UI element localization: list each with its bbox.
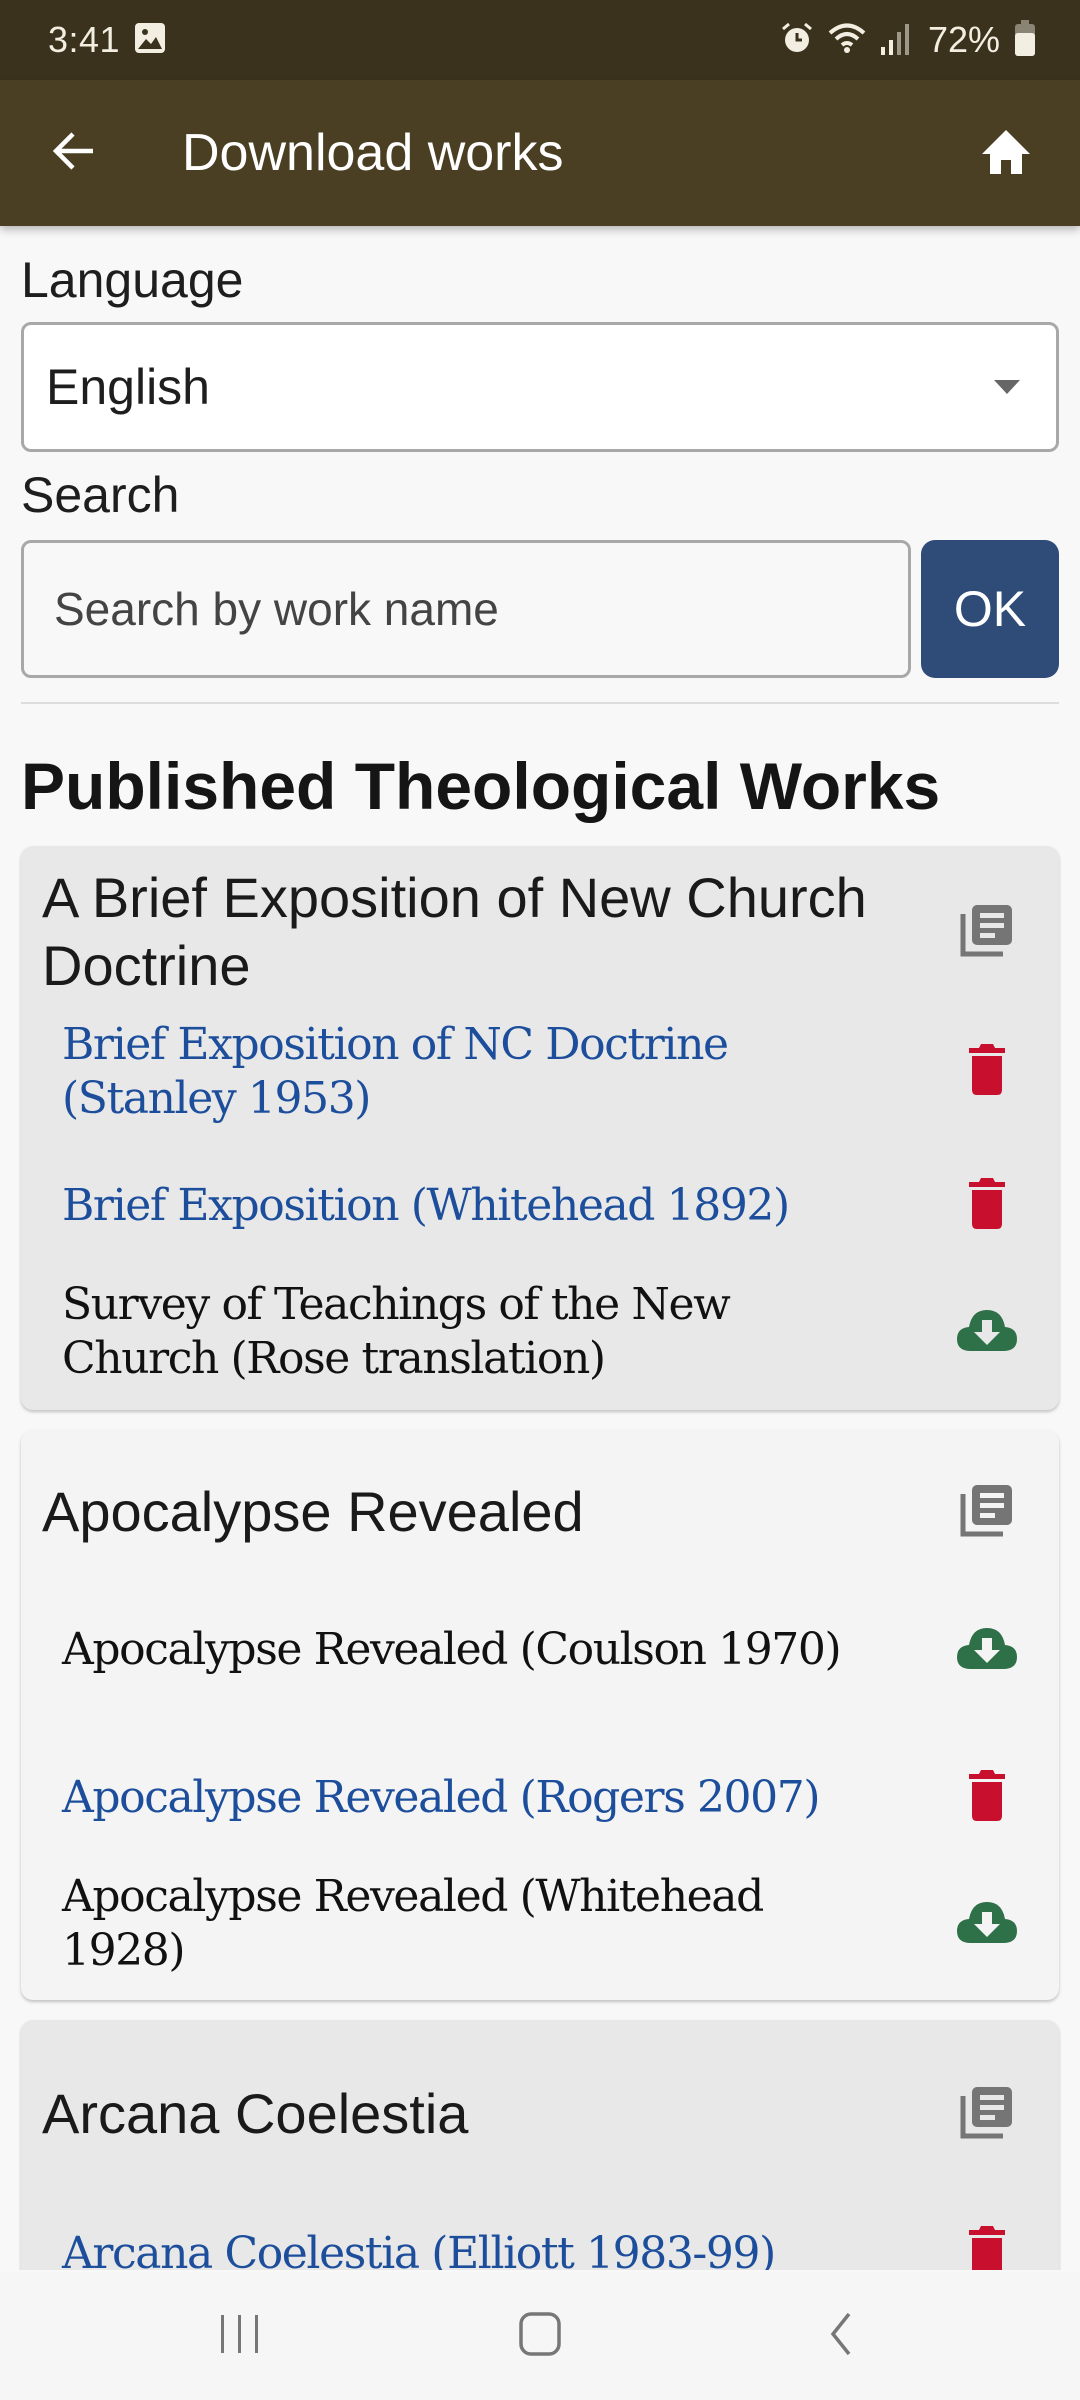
back-button[interactable] (36, 115, 112, 191)
library-books-button[interactable] (949, 1474, 1025, 1550)
cloud-download-icon (955, 1307, 1019, 1358)
ok-button[interactable]: OK (921, 540, 1059, 678)
edition-link[interactable]: Arcana Coelestia (Elliott 1983-99) (62, 2227, 949, 2270)
system-home-button[interactable] (480, 2286, 600, 2386)
delete-button[interactable] (949, 1760, 1025, 1836)
delete-icon (967, 1769, 1007, 1827)
edition-link[interactable]: Apocalypse Revealed (Whitehead 1928) (62, 1870, 949, 1978)
language-selected-value: English (46, 359, 210, 415)
download-button[interactable] (949, 1612, 1025, 1688)
gallery-notification-icon (134, 22, 166, 59)
library-books-icon (959, 2084, 1015, 2145)
page-title: Download works (182, 124, 564, 182)
edition-row: Apocalypse Revealed (Rogers 2007) (42, 1760, 1039, 1836)
delete-button[interactable] (949, 2216, 1025, 2270)
work-title: Apocalypse Revealed (42, 1480, 584, 1543)
status-bar: 3:41 72% (0, 0, 1080, 80)
edition-row: Apocalypse Revealed (Coulson 1970) (42, 1612, 1039, 1688)
work-card: Arcana Coelestia Arcana Coelestia (Ellio… (21, 2020, 1059, 2270)
divider (21, 702, 1059, 704)
recent-apps-button[interactable] (180, 2286, 300, 2386)
cloud-download-icon (955, 1899, 1019, 1950)
edition-link[interactable]: Brief Exposition (Whitehead 1892) (62, 1179, 949, 1233)
work-card-header: A Brief Exposition of New Church Doctrin… (42, 864, 1039, 1000)
wifi-icon (828, 22, 866, 59)
arrow-back-icon (51, 128, 97, 179)
chevron-left-icon (825, 2311, 855, 2362)
chevron-down-icon (994, 380, 1020, 394)
section-title: Published Theological Works (21, 749, 941, 823)
delete-button[interactable] (949, 1168, 1025, 1244)
work-card: Apocalypse Revealed Apocalypse Revealed … (21, 1430, 1059, 2000)
cloud-download-icon (955, 1625, 1019, 1676)
home-button[interactable] (968, 115, 1044, 191)
edition-link[interactable]: Apocalypse Revealed (Coulson 1970) (62, 1623, 949, 1677)
delete-icon (967, 1177, 1007, 1235)
language-dropdown[interactable]: English (21, 322, 1059, 452)
battery-icon (1014, 19, 1036, 61)
search-label: Search (21, 467, 180, 523)
edition-row: Brief Exposition (Whitehead 1892) (42, 1168, 1039, 1244)
recent-apps-icon (218, 2312, 262, 2361)
search-row: OK (21, 540, 1059, 680)
edition-row: Apocalypse Revealed (Whitehead 1928) (42, 1870, 1039, 1978)
edition-link[interactable]: Survey of Teachings of the New Church (R… (62, 1278, 949, 1386)
delete-icon (967, 2225, 1007, 2270)
main-content: Language English Search OK Published The… (0, 226, 1080, 2270)
work-card-header: Apocalypse Revealed (42, 1474, 1039, 1550)
app-bar: Download works (0, 80, 1080, 226)
work-title: Arcana Coelestia (42, 2082, 469, 2145)
library-books-icon (959, 1482, 1015, 1543)
home-outline-icon (518, 2311, 562, 2362)
language-label: Language (21, 252, 244, 308)
work-title: A Brief Exposition of New Church Doctrin… (42, 866, 867, 997)
library-books-button[interactable] (949, 2076, 1025, 2152)
edition-row: Brief Exposition of NC Doctrine (Stanley… (42, 1018, 1039, 1126)
edition-row: Survey of Teachings of the New Church (R… (42, 1278, 1039, 1386)
status-time: 3:41 (48, 19, 121, 60)
library-books-button[interactable] (949, 894, 1025, 970)
system-nav-bar (0, 2272, 1080, 2400)
delete-button[interactable] (949, 1034, 1025, 1110)
delete-icon (967, 1043, 1007, 1101)
alarm-icon (780, 21, 814, 60)
home-icon (980, 128, 1032, 179)
system-back-button[interactable] (780, 2286, 900, 2386)
edition-link[interactable]: Apocalypse Revealed (Rogers 2007) (62, 1771, 949, 1825)
library-books-icon (959, 902, 1015, 963)
download-button[interactable] (949, 1294, 1025, 1370)
edition-row: Arcana Coelestia (Elliott 1983-99) (42, 2216, 1039, 2270)
battery-percent: 72% (927, 19, 1000, 60)
search-input[interactable] (21, 540, 911, 678)
work-card-header: Arcana Coelestia (42, 2076, 1039, 2152)
signal-icon (880, 21, 910, 60)
work-card: A Brief Exposition of New Church Doctrin… (21, 846, 1059, 1410)
edition-link[interactable]: Brief Exposition of NC Doctrine (Stanley… (62, 1018, 949, 1126)
download-button[interactable] (949, 1886, 1025, 1962)
